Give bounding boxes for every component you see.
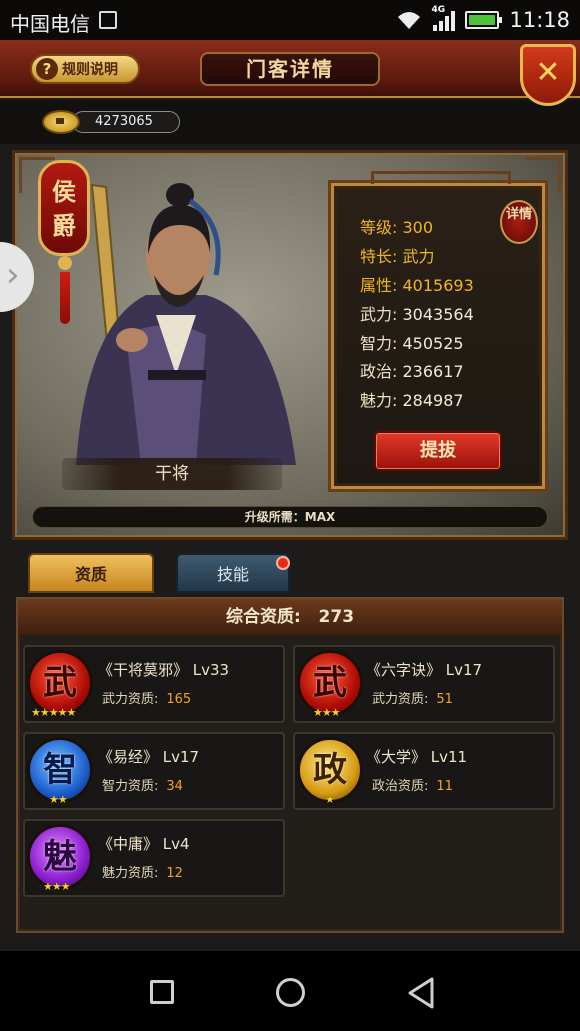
home-icon[interactable]	[276, 978, 305, 1007]
network-type-label: 4G	[431, 5, 446, 15]
stat-specialty: 特长: 武力	[360, 247, 435, 266]
skill-name: 《大学》 Lv11	[366, 748, 468, 766]
stat-attribute: 属性: 4015693	[360, 276, 474, 295]
status-bar: 中国电信 4G 11:18	[0, 0, 580, 40]
skill-name: 《干将莫邪》 Lv33	[98, 661, 230, 679]
skill-stars: ★★★	[313, 706, 341, 719]
battery-icon	[465, 11, 503, 29]
close-icon: ✕	[535, 55, 561, 90]
skill-stars: ★	[325, 793, 335, 806]
clock: 11:18	[509, 8, 570, 32]
chevron-right-icon: ›	[6, 255, 20, 295]
rank-badge: 侯爵	[38, 160, 90, 256]
skill-attribute: 武力资质: 51	[372, 692, 453, 707]
tassel-ornament	[58, 256, 72, 326]
stat-politics: 政治: 236617	[360, 362, 464, 381]
skill-stars: ★★	[49, 793, 68, 806]
page-title: 门客详情	[200, 52, 380, 86]
rules-label: 规则说明	[62, 62, 118, 78]
sim-icon	[99, 11, 117, 29]
promote-button[interactable]: 提拔	[374, 431, 502, 471]
skill-attribute: 政治资质: 11	[372, 779, 453, 794]
detail-button[interactable]: 详情	[500, 200, 538, 244]
coin-icon	[42, 110, 80, 134]
stat-charm: 魅力: 284987	[360, 391, 464, 410]
recent-apps-icon[interactable]	[150, 980, 174, 1004]
skill-attribute: 智力资质: 34	[102, 779, 183, 794]
carrier-label: 中国电信	[10, 12, 90, 36]
stat-intellect: 智力: 450525	[360, 334, 464, 353]
back-icon[interactable]	[406, 976, 436, 1010]
stat-level: 等级: 300	[360, 218, 434, 237]
tab-quality[interactable]: 资质	[28, 553, 154, 593]
hero-name: 干将	[62, 458, 282, 490]
hero-portrait	[76, 183, 296, 465]
question-icon: ?	[36, 58, 58, 80]
skill-attribute: 武力资质: 165	[102, 692, 192, 707]
skill-stars: ★★★★★	[31, 706, 76, 719]
skill-name: 《中庸》 Lv4	[98, 835, 190, 853]
header-bar: ? 规则说明 门客详情	[0, 40, 580, 98]
signal-icon: 4G	[431, 5, 456, 31]
skill-name: 《易经》 Lv17	[98, 748, 200, 766]
stat-force: 武力: 3043564	[360, 305, 474, 324]
upgrade-requirement: 升级所需：MAX	[32, 506, 548, 528]
total-quality-value: 273	[318, 607, 355, 627]
wifi-icon	[398, 12, 421, 29]
skill-stars: ★★★	[43, 880, 71, 893]
close-button[interactable]: ✕	[520, 44, 576, 106]
skill-name: 《六字诀》 Lv17	[366, 661, 483, 679]
total-quality: 综合资质: 273	[18, 599, 562, 635]
rules-button[interactable]: ? 规则说明	[30, 54, 140, 84]
skill-attribute: 魅力资质: 12	[102, 866, 183, 881]
currency-amount: 4273065	[72, 111, 180, 133]
notification-dot	[276, 556, 290, 570]
total-quality-label: 综合资质:	[225, 607, 301, 627]
tab-skills[interactable]: 技能	[176, 553, 290, 593]
